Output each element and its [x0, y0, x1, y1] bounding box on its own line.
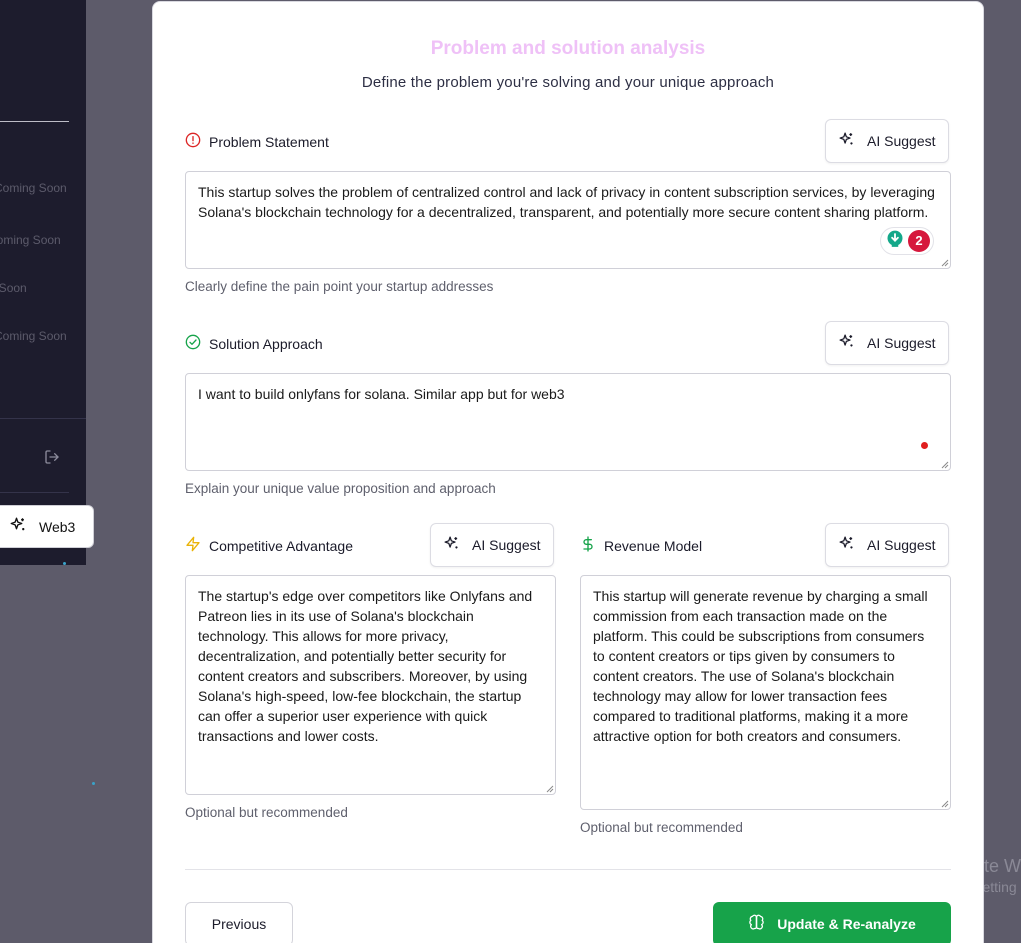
- problem-statement-textarea[interactable]: This startup solves the problem of centr…: [185, 171, 951, 269]
- textarea-value: I want to build onlyfans for solana. Sim…: [198, 386, 565, 402]
- check-circle-icon: [185, 334, 201, 353]
- textarea-value: The startup's edge over competitors like…: [198, 588, 533, 744]
- sidebar-item-web3[interactable]: Web3: [0, 505, 94, 548]
- revenue-model-header: Revenue Model: [580, 536, 702, 555]
- field-label: Problem Statement: [209, 133, 329, 150]
- ai-suggest-button[interactable]: AI Suggest: [430, 523, 554, 567]
- brain-icon: [748, 914, 765, 934]
- alert-circle-icon: [185, 132, 201, 151]
- update-reanalyze-label: Update & Re-analyze: [777, 916, 916, 932]
- sparkles-icon: [838, 131, 855, 151]
- footer-divider: [185, 869, 951, 870]
- previous-button[interactable]: Previous: [185, 902, 293, 943]
- analysis-modal: Problem and solution analysis Define the…: [152, 1, 984, 943]
- decorative-dot: [92, 782, 95, 785]
- sparkles-icon: [443, 535, 460, 555]
- problem-statement-header: Problem Statement: [185, 132, 329, 151]
- field-hint: Optional but recommended: [185, 805, 348, 820]
- recording-indicator: [921, 442, 928, 449]
- coming-soon-label: Coming Soon: [0, 181, 67, 195]
- ai-suggest-label: AI Suggest: [867, 335, 936, 351]
- ai-suggest-button[interactable]: AI Suggest: [825, 321, 949, 365]
- field-label: Competitive Advantage: [209, 537, 353, 554]
- revenue-model-textarea[interactable]: This startup will generate revenue by ch…: [580, 575, 951, 810]
- update-reanalyze-button[interactable]: Update & Re-analyze: [713, 902, 951, 943]
- sidebar-item-label: Web3: [39, 518, 76, 535]
- competitive-advantage-textarea[interactable]: The startup's edge over competitors like…: [185, 575, 556, 795]
- textarea-value: This startup solves the problem of centr…: [198, 184, 935, 220]
- field-hint: Optional but recommended: [580, 820, 743, 835]
- resize-handle-icon[interactable]: [941, 800, 949, 808]
- coming-soon-label: Coming Soon: [0, 233, 61, 247]
- textarea-value: This startup will generate revenue by ch…: [593, 588, 928, 744]
- ai-suggest-button[interactable]: AI Suggest: [825, 119, 949, 163]
- modal-subtitle: Define the problem you're solving and yo…: [361, 74, 775, 91]
- ai-suggest-label: AI Suggest: [867, 537, 936, 553]
- coming-soon-label: Coming Soon: [0, 281, 27, 295]
- dollar-icon: [580, 536, 596, 555]
- sparkles-icon: [838, 333, 855, 353]
- decorative-dot: [63, 562, 66, 565]
- sidebar-divider: [0, 121, 69, 122]
- issue-count-badge: 2: [908, 230, 930, 252]
- solution-approach-textarea[interactable]: I want to build onlyfans for solana. Sim…: [185, 373, 951, 471]
- field-hint: Clearly define the pain point your start…: [185, 279, 494, 294]
- coming-soon-label: Coming Soon: [0, 329, 67, 343]
- ai-suggest-button[interactable]: AI Suggest: [825, 523, 949, 567]
- sparkles-icon: [9, 516, 27, 537]
- field-label: Revenue Model: [604, 537, 703, 554]
- modal-title: Problem and solution analysis: [430, 38, 706, 59]
- sidebar-divider: [0, 418, 86, 419]
- ai-suggest-label: AI Suggest: [472, 537, 541, 553]
- grammar-assistant-icon: [885, 229, 905, 254]
- grammar-checker-badge[interactable]: 2: [880, 227, 934, 255]
- sidebar-divider: [0, 492, 69, 493]
- competitive-advantage-header: Competitive Advantage: [185, 536, 353, 555]
- resize-handle-icon[interactable]: [941, 461, 949, 469]
- resize-handle-icon[interactable]: [546, 785, 554, 793]
- field-label: Solution Approach: [209, 335, 323, 352]
- logout-icon[interactable]: [44, 449, 62, 467]
- sidebar: Coming Soon Coming Soon Coming Soon Comi…: [0, 0, 86, 565]
- field-hint: Explain your unique value proposition an…: [185, 481, 496, 496]
- lightning-icon: [185, 536, 201, 555]
- ai-suggest-label: AI Suggest: [867, 133, 936, 149]
- sparkles-icon: [838, 535, 855, 555]
- resize-handle-icon[interactable]: [941, 259, 949, 267]
- solution-approach-header: Solution Approach: [185, 334, 323, 353]
